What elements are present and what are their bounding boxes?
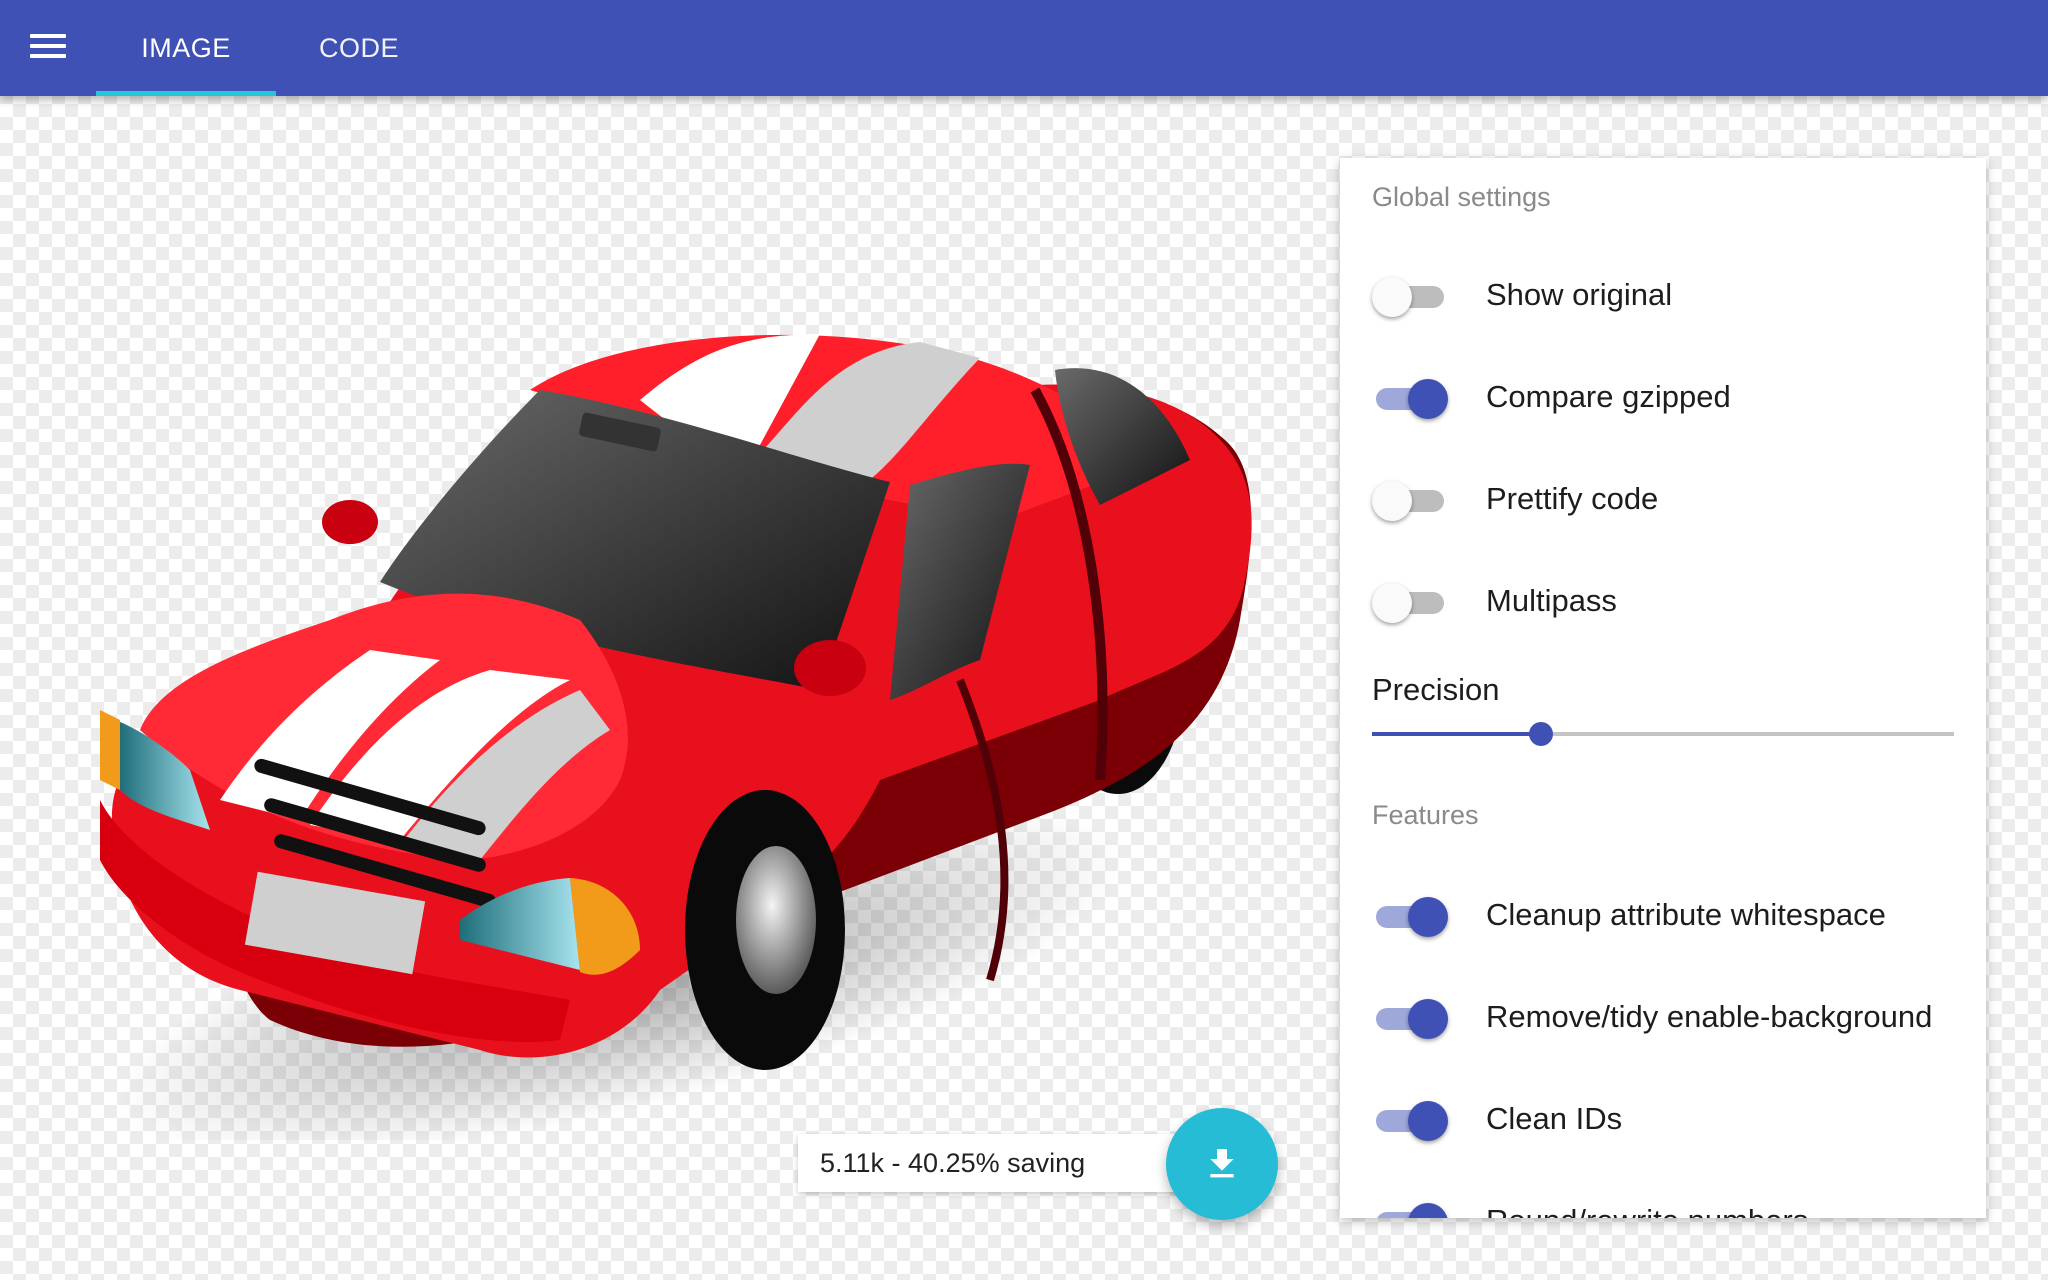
toggle-label: Clean IDs [1486,1101,1623,1136]
toggle-switch[interactable] [1372,895,1448,937]
tab-code-label: CODE [318,32,399,63]
tab-code[interactable]: CODE [276,0,442,96]
toggle-label: Compare gzipped [1486,379,1731,414]
toggle-switch[interactable] [1372,581,1448,623]
toggle-switch[interactable] [1372,997,1448,1039]
download-button[interactable] [1166,1108,1278,1220]
features-heading: Features [1372,800,1479,830]
app-bar: IMAGE CODE [0,0,2048,96]
global-settings-heading: Global settings [1372,182,1551,212]
toggle-switch[interactable] [1372,1201,1448,1218]
slider-fill [1372,732,1541,736]
toggle-switch[interactable] [1372,479,1448,521]
precision-slider[interactable] [1372,714,1954,754]
toggle-row-round-rewrite-numbers[interactable]: Round/rewrite numbers [1372,1186,1972,1218]
tab-image-label: IMAGE [141,32,231,63]
toggle-row-prettify-code[interactable]: Prettify code [1372,464,1972,534]
toggle-row-clean-ids[interactable]: Clean IDs [1372,1084,1972,1154]
side-mirror-right [794,640,866,696]
toggle-label: Remove/tidy enable-background [1486,999,1933,1034]
toggle-label: Show original [1486,277,1673,312]
toggle-row-cleanup-attribute-whitespace[interactable]: Cleanup attribute whitespace [1372,880,1972,950]
side-mirror-left [322,500,378,544]
toggle-switch[interactable] [1372,275,1448,317]
settings-panel: Global settings Show original Compare gz… [1340,158,1986,1218]
precision-label: Precision [1372,672,1500,707]
svg-preview-image [100,334,1252,1140]
download-icon [1210,1149,1234,1178]
toggle-row-remove-tidy-enable-background[interactable]: Remove/tidy enable-background [1372,982,1972,1052]
toggle-switch[interactable] [1372,1099,1448,1141]
toggle-switch[interactable] [1372,377,1448,419]
active-tab-indicator [96,91,276,96]
toggle-row-show-original[interactable]: Show original [1372,260,1972,330]
toggle-label: Cleanup attribute whitespace [1486,897,1886,932]
toggle-label: Prettify code [1486,481,1659,516]
toggle-row-multipass[interactable]: Multipass [1372,566,1972,636]
toggle-row-compare-gzipped[interactable]: Compare gzipped [1372,362,1972,432]
hamburger-menu-icon[interactable] [18,18,78,78]
tab-image[interactable]: IMAGE [96,0,276,96]
savings-text: 5.11k - 40.25% saving [820,1147,1086,1178]
result-summary: 5.11k - 40.25% saving [798,1134,1198,1192]
slider-thumb[interactable] [1528,722,1553,746]
toggle-label: Multipass [1486,583,1617,618]
toggle-label: Round/rewrite numbers [1486,1203,1808,1218]
